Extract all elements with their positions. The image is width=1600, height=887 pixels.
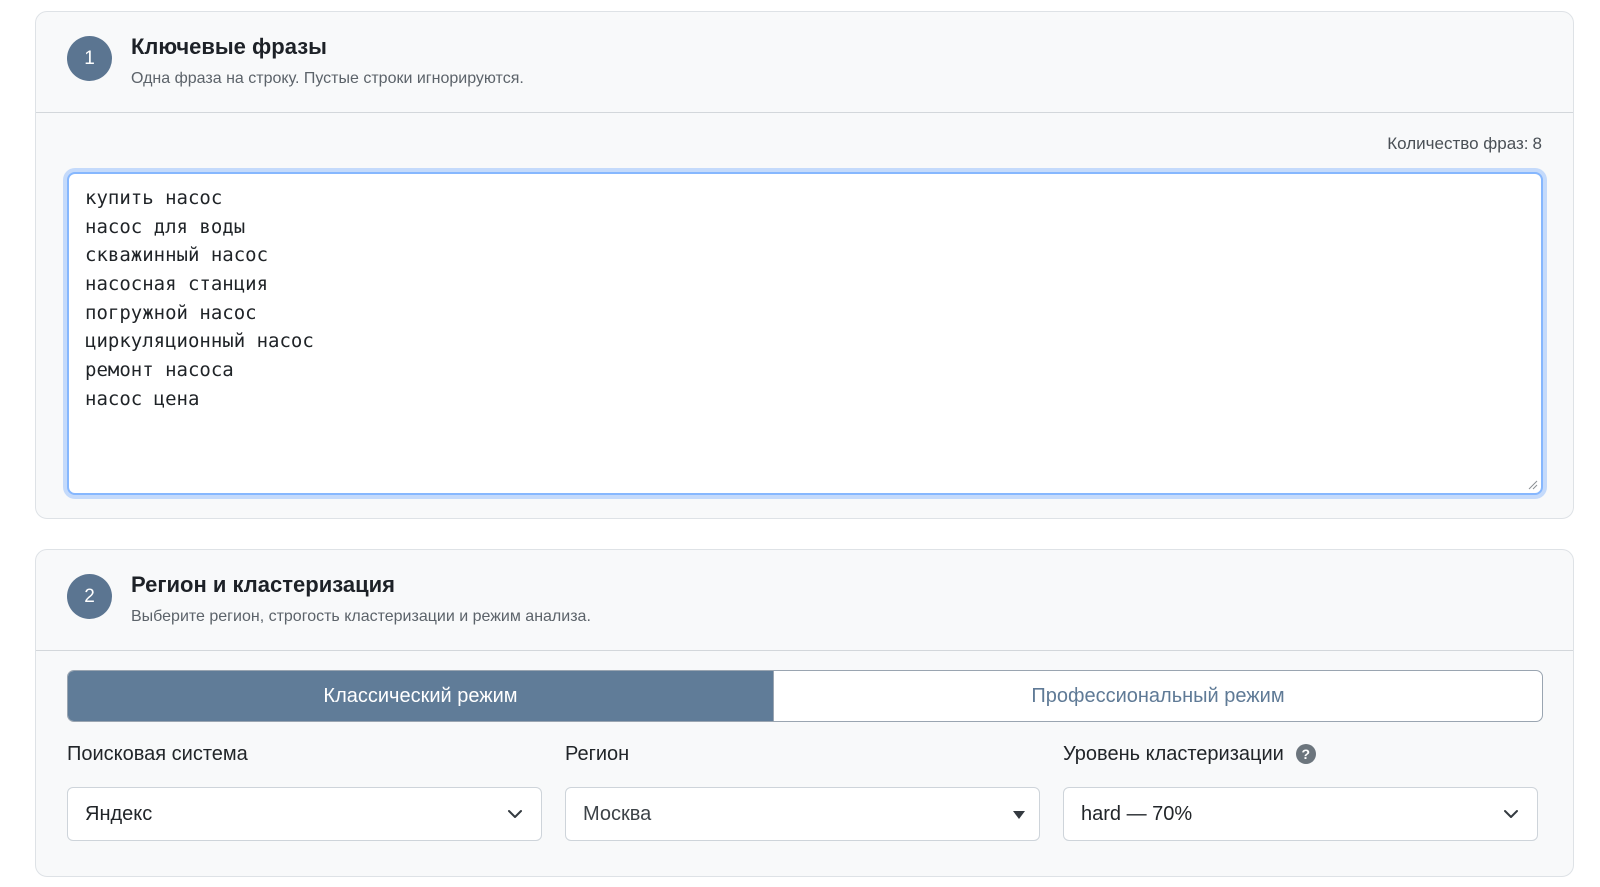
region-label: Регион	[565, 743, 630, 765]
chevron-down-icon	[1504, 810, 1518, 818]
cluster-level-field: Уровень кластеризации ? hard — 70%	[1063, 740, 1538, 841]
phrase-line: скважинный насос	[85, 244, 269, 267]
step-badge-2: 2	[67, 574, 112, 619]
phrase-line: насосная станция	[85, 273, 269, 296]
tab-classic-mode[interactable]: Классический режим	[68, 671, 773, 721]
keywords-title: Ключевые фразы	[131, 34, 327, 59]
phrase-line: купить насос	[85, 187, 223, 209]
chevron-down-icon	[508, 810, 522, 818]
region-subtitle: Выберите регион, строгость кластеризации…	[131, 608, 591, 625]
search-engine-field: Поисковая система Яндекс	[67, 740, 542, 841]
phrase-line: насос для воды	[85, 215, 246, 238]
phrase-line: циркуляционный насос	[85, 330, 314, 353]
keywords-subtitle: Одна фраза на строку. Пустые строки игно…	[131, 70, 524, 87]
cluster-level-label-row: Уровень кластеризации ?	[1063, 740, 1538, 768]
search-engine-label: Поисковая система	[67, 743, 248, 765]
phrase-line: насос цена	[85, 387, 200, 410]
cluster-level-select[interactable]: hard — 70%	[1063, 787, 1538, 841]
region-card: 2 Регион и кластеризация Выберите регион…	[35, 549, 1574, 877]
region-card-header: 2 Регион и кластеризация Выберите регион…	[36, 550, 1573, 651]
phrase-count: Количество фраз: 8	[1387, 134, 1542, 154]
region-title: Регион и кластеризация	[131, 572, 395, 597]
caret-down-icon	[1013, 811, 1025, 819]
resize-grip-icon[interactable]	[1526, 478, 1538, 490]
phrase-count-label: Количество фраз:	[1387, 134, 1529, 153]
step-badge-1: 1	[67, 36, 112, 81]
search-engine-select[interactable]: Яндекс	[67, 787, 542, 841]
phrase-line: погружной насос	[85, 301, 257, 324]
phrase-line: ремонт насоса	[85, 359, 234, 382]
region-select[interactable]: Москва	[565, 787, 1040, 841]
cluster-level-label: Уровень кластеризации	[1063, 743, 1284, 765]
region-field: Регион Москва	[565, 740, 1040, 841]
tab-professional-mode[interactable]: Профессиональный режим	[773, 671, 1542, 721]
keywords-card-header: 1 Ключевые фразы Одна фраза на строку. П…	[36, 12, 1573, 113]
phrase-count-value: 8	[1532, 134, 1542, 153]
cluster-level-value: hard — 70%	[1081, 803, 1193, 825]
region-value: Москва	[583, 803, 652, 825]
search-engine-value: Яндекс	[85, 803, 153, 825]
question-circle-icon[interactable]: ?	[1295, 744, 1316, 764]
mode-tabs: Классический режим Профессиональный режи…	[67, 670, 1543, 722]
keywords-card: 1 Ключевые фразы Одна фраза на строку. П…	[35, 11, 1574, 519]
phrases-textarea[interactable]: купить насос насос для воды скважинный н…	[67, 172, 1543, 495]
